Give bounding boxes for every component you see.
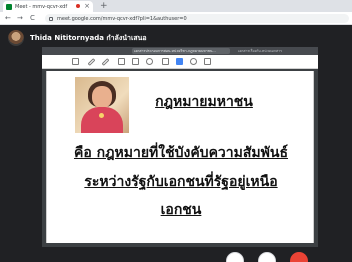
new-tab-button[interactable]: + — [100, 0, 108, 12]
browser-tabbar: Meet - mmv-qcvr-xdf × + — [0, 0, 352, 12]
tab-close-icon[interactable]: × — [84, 1, 90, 12]
highlighter-icon[interactable] — [101, 58, 110, 66]
share-icon[interactable] — [204, 58, 211, 65]
undo-icon[interactable] — [190, 58, 197, 65]
image-tool-icon[interactable] — [162, 58, 169, 65]
slide-line-3: เอกชน — [160, 202, 202, 218]
recording-dot-icon — [76, 4, 80, 8]
slide-line-1: คือ กฎหมายที่ใช้บังคับความสัมพันธ์ — [73, 145, 289, 161]
forward-icon[interactable]: → — [17, 12, 23, 25]
presenter-banner: Thida Nititornyada กำลังนำเสนอ — [8, 29, 147, 47]
microphone-button[interactable] — [226, 252, 244, 262]
thumbnail-icon[interactable] — [72, 58, 79, 65]
lock-icon — [49, 16, 53, 21]
browser-tab-meet[interactable]: Meet - mmv-qcvr-xdf × — [3, 1, 93, 12]
viewer-tab-second[interactable]: เอกสารเรื่องกับ-หน่วยเอกสาร — [238, 48, 308, 54]
viewer-titlebar: เอกสารประกอบการสอน-หน่วยวิชา-กฎหมายมหาชน… — [42, 47, 318, 55]
slide-line-2: ระหว่างรัฐกับเอกชนที่รัฐอยู่เหนือ — [84, 174, 278, 190]
presenter-label: Thida Nititornyada กำลังนำเสนอ — [30, 33, 147, 42]
tab-title: Meet - mmv-qcvr-xdf — [15, 3, 68, 10]
back-icon[interactable]: ← — [5, 12, 11, 25]
viewer-toolbar — [42, 55, 318, 69]
text-tool-icon[interactable] — [132, 58, 139, 65]
shape-tool-icon[interactable] — [146, 58, 153, 65]
eraser-icon[interactable] — [118, 58, 125, 65]
shared-screen: เอกสารประกอบการสอน-หน่วยวิชา-กฎหมายมหาชน… — [42, 47, 318, 247]
meet-favicon-icon — [6, 3, 12, 10]
screen: Meet - mmv-qcvr-xdf × + ← → C meet.googl… — [0, 0, 352, 262]
browser-addressbar: ← → C meet.google.com/mmv-qcvr-xdf?pli=1… — [0, 12, 352, 25]
viewer-tab-active[interactable]: เอกสารประกอบการสอน-หน่วยวิชา-กฎหมายมหาชน… — [132, 48, 230, 54]
pen-icon[interactable] — [87, 58, 96, 66]
url-text: meet.google.com/mmv-qcvr-xdf?pli=1&authu… — [57, 15, 187, 22]
meet-stage: Thida Nititornyada กำลังนำเสนอ เอกสารประ… — [0, 25, 352, 262]
call-controls — [0, 249, 352, 262]
end-call-button[interactable] — [290, 252, 308, 262]
presenter-avatar — [8, 30, 24, 46]
color-picker-icon[interactable] — [176, 58, 183, 65]
document-page: กฎหมายมหาชน คือ กฎหมายที่ใช้บังคับความสั… — [46, 71, 314, 243]
photo-brooch — [99, 113, 104, 118]
camera-button[interactable] — [258, 252, 276, 262]
slide-heading: กฎหมายมหาชน — [155, 94, 253, 110]
url-input[interactable]: meet.google.com/mmv-qcvr-xdf?pli=1&authu… — [45, 14, 349, 23]
reload-icon[interactable]: C — [30, 12, 35, 25]
